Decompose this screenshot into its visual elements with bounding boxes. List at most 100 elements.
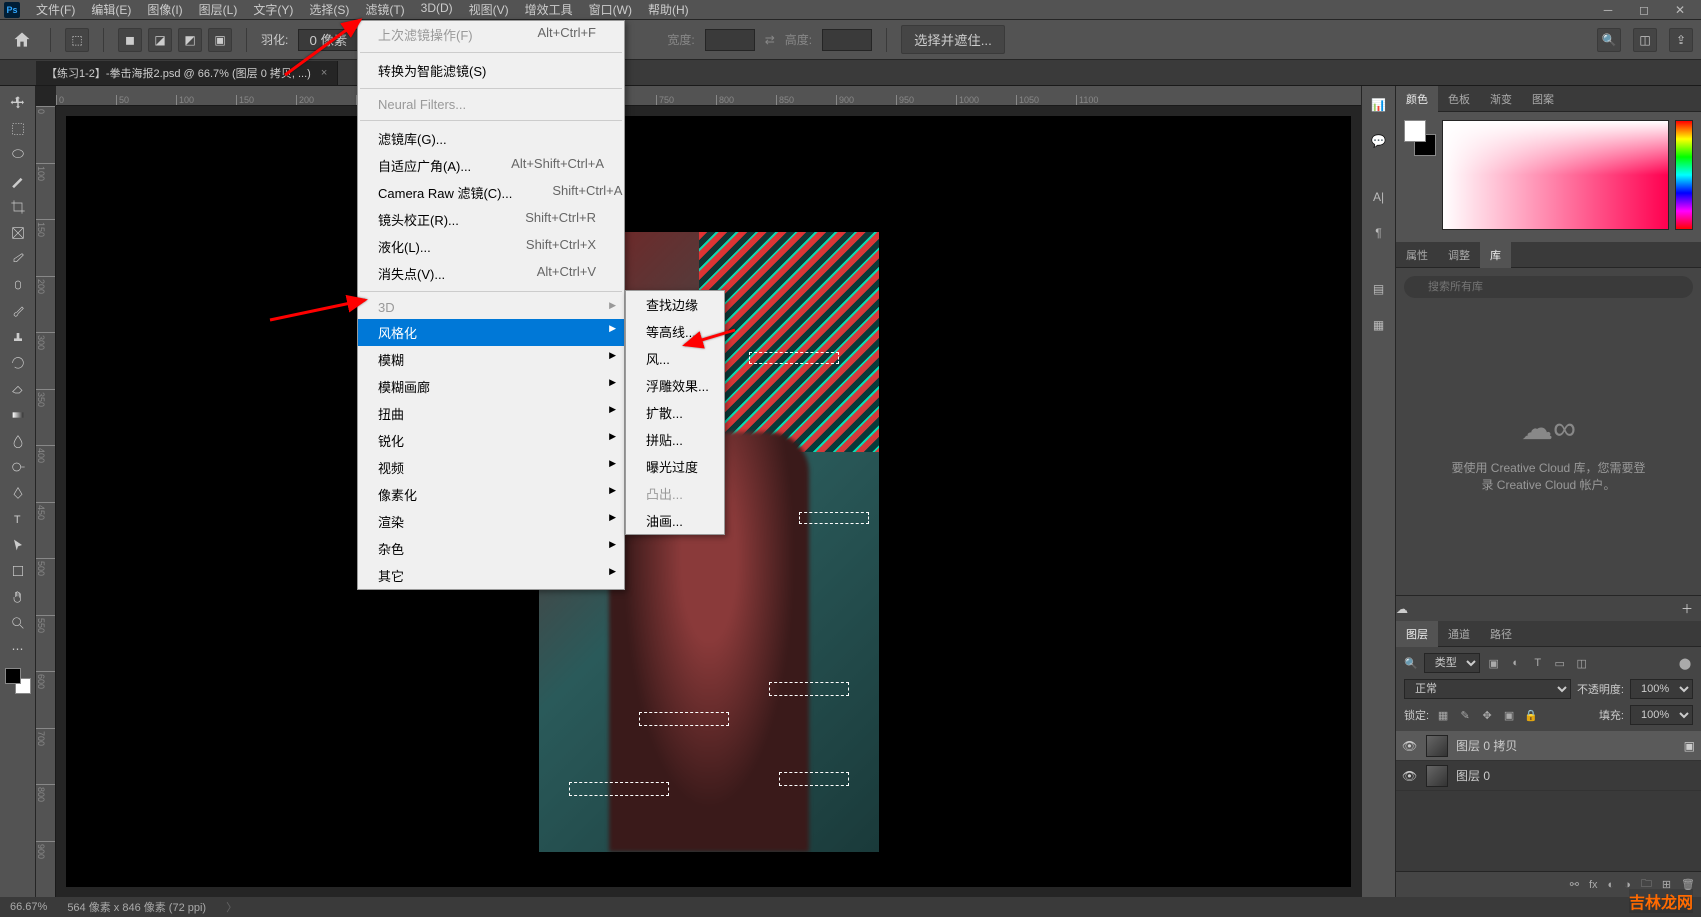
menu-item[interactable]: 模糊画廊 — [358, 373, 624, 400]
menu-item[interactable]: 3D(D) — [413, 0, 461, 20]
histogram-icon[interactable]: 📊 — [1368, 94, 1390, 116]
selection-intersect-icon[interactable]: ▣ — [208, 28, 232, 52]
tab-gradients[interactable]: 渐变 — [1480, 86, 1522, 112]
menu-item[interactable]: 滤镜库(G)... — [358, 125, 624, 152]
menu-item[interactable]: 杂色 — [358, 535, 624, 562]
lock-transparency-icon[interactable]: ▦ — [1435, 707, 1451, 723]
menu-item[interactable]: 模糊 — [358, 346, 624, 373]
paragraph-icon[interactable]: ¶ — [1368, 222, 1390, 244]
menu-item[interactable]: 锐化 — [358, 427, 624, 454]
tab-adjustments[interactable]: 调整 — [1438, 242, 1480, 268]
menu-item[interactable]: 其它 — [358, 562, 624, 589]
minimize-button[interactable]: ─ — [1599, 3, 1617, 17]
select-and-mask-button[interactable]: 选择并遮住... — [901, 25, 1005, 54]
document-tab[interactable]: 【练习1-2】-拳击海报2.psd @ 66.7% (图层 0 拷贝, ...)… — [36, 61, 338, 85]
submenu-item[interactable]: 油画... — [626, 507, 724, 534]
menu-item[interactable]: 图层(L) — [191, 0, 246, 20]
visibility-icon[interactable]: 👁 — [1402, 739, 1418, 753]
foreground-color-swatch[interactable] — [5, 668, 21, 684]
home-icon[interactable] — [8, 26, 36, 54]
edit-toolbar-icon[interactable]: ⋯ — [4, 636, 32, 661]
tab-color[interactable]: 颜色 — [1396, 86, 1438, 112]
lock-artboard-icon[interactable]: ▣ — [1501, 707, 1517, 723]
marquee-tool-icon[interactable]: ⬚ — [65, 28, 89, 52]
lock-position-icon[interactable]: ✥ — [1479, 707, 1495, 723]
blend-mode-select[interactable]: 正常 — [1404, 679, 1571, 699]
panel-color-swatches[interactable] — [1404, 120, 1436, 156]
type-tool-icon[interactable]: T — [4, 506, 32, 531]
filter-pixel-icon[interactable]: ▣ — [1486, 655, 1502, 671]
tab-channels[interactable]: 通道 — [1438, 621, 1480, 647]
menu-item[interactable]: 编辑(E) — [83, 0, 139, 20]
tab-patterns[interactable]: 图案 — [1522, 86, 1564, 112]
submenu-item[interactable]: 浮雕效果... — [626, 372, 724, 399]
blur-tool-icon[interactable] — [4, 428, 32, 453]
layers-icon[interactable]: ▦ — [1368, 314, 1390, 336]
eyedropper-tool-icon[interactable] — [4, 246, 32, 271]
eraser-tool-icon[interactable] — [4, 376, 32, 401]
tab-layers[interactable]: 图层 — [1396, 621, 1438, 647]
menu-item[interactable]: 消失点(V)...Alt+Ctrl+V — [358, 260, 624, 287]
menu-item[interactable]: 视频 — [358, 454, 624, 481]
menu-item[interactable]: 渲染 — [358, 508, 624, 535]
menu-item[interactable]: 选择(S) — [301, 0, 357, 20]
layer-fx-icon[interactable]: fx — [1589, 879, 1598, 891]
submenu-item[interactable]: 风... — [626, 345, 724, 372]
fill-input[interactable]: 100% — [1630, 705, 1693, 725]
selection-add-icon[interactable]: ◪ — [148, 28, 172, 52]
menu-item[interactable]: 增效工具 — [517, 0, 581, 20]
marquee-tool-icon[interactable] — [4, 116, 32, 141]
search-icon[interactable]: 🔍 — [1597, 28, 1621, 52]
menu-item[interactable]: 镜头校正(R)...Shift+Ctrl+R — [358, 206, 624, 233]
layer-filter-select[interactable]: 类型 — [1424, 653, 1480, 673]
filter-adjust-icon[interactable]: ◐ — [1508, 655, 1524, 671]
filter-shape-icon[interactable]: ▭ — [1552, 655, 1568, 671]
comments-icon[interactable]: 💬 — [1368, 130, 1390, 152]
selection-new-icon[interactable]: ◼ — [118, 28, 142, 52]
feather-input[interactable] — [298, 29, 358, 51]
submenu-item[interactable]: 拼贴... — [626, 426, 724, 453]
link-layers-icon[interactable]: ⚯ — [1570, 878, 1579, 891]
lock-pixels-icon[interactable]: ✎ — [1457, 707, 1473, 723]
zoom-tool-icon[interactable] — [4, 610, 32, 635]
history-brush-tool-icon[interactable] — [4, 350, 32, 375]
menu-item[interactable]: 视图(V) — [461, 0, 517, 20]
lasso-tool-icon[interactable] — [4, 142, 32, 167]
menu-item[interactable]: Camera Raw 滤镜(C)...Shift+Ctrl+A — [358, 179, 624, 206]
add-library-icon[interactable]: ＋ — [1681, 600, 1693, 617]
opacity-input[interactable]: 100% — [1630, 679, 1693, 699]
menu-item[interactable]: 帮助(H) — [640, 0, 697, 20]
crop-tool-icon[interactable] — [4, 194, 32, 219]
tab-libraries[interactable]: 库 — [1480, 242, 1511, 268]
height-input[interactable] — [822, 29, 872, 51]
path-select-tool-icon[interactable] — [4, 532, 32, 557]
menu-item[interactable]: 扭曲 — [358, 400, 624, 427]
gradient-tool-icon[interactable] — [4, 402, 32, 427]
pen-tool-icon[interactable] — [4, 480, 32, 505]
share-icon[interactable]: ⇪ — [1669, 28, 1693, 52]
menu-item[interactable]: 窗口(W) — [581, 0, 640, 20]
menu-item[interactable]: 文件(F) — [28, 0, 83, 20]
zoom-level[interactable]: 66.67% — [10, 901, 47, 913]
submenu-item[interactable]: 扩散... — [626, 399, 724, 426]
tab-swatches[interactable]: 色板 — [1438, 86, 1480, 112]
filter-smart-icon[interactable]: ◫ — [1574, 655, 1590, 671]
brush-tool-icon[interactable] — [4, 298, 32, 323]
visibility-icon[interactable]: 👁 — [1402, 769, 1418, 783]
library-search-input[interactable] — [1404, 276, 1693, 298]
menu-item[interactable]: 液化(L)...Shift+Ctrl+X — [358, 233, 624, 260]
color-picker-field[interactable] — [1442, 120, 1669, 230]
filter-type-icon[interactable]: T — [1530, 655, 1546, 671]
submenu-item[interactable]: 曝光过度 — [626, 453, 724, 480]
submenu-item[interactable]: 查找边缘 — [626, 291, 724, 318]
glyphs-icon[interactable]: ▤ — [1368, 278, 1390, 300]
move-tool-icon[interactable] — [4, 90, 32, 115]
tab-paths[interactable]: 路径 — [1480, 621, 1522, 647]
width-input[interactable] — [705, 29, 755, 51]
magic-wand-tool-icon[interactable] — [4, 168, 32, 193]
close-tab-icon[interactable]: × — [321, 67, 327, 79]
menu-item[interactable]: 滤镜(T) — [357, 0, 412, 20]
layer-row[interactable]: 👁 图层 0 — [1396, 761, 1701, 791]
character-icon[interactable]: A| — [1368, 186, 1390, 208]
menu-item[interactable]: 像素化 — [358, 481, 624, 508]
